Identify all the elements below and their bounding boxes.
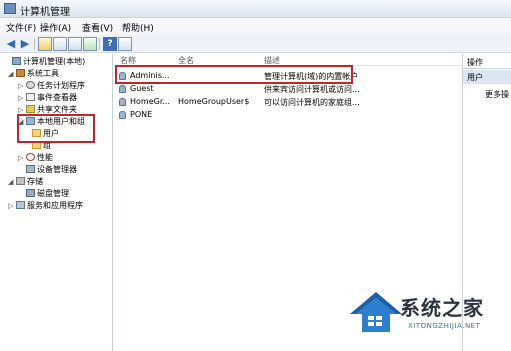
show-action-pane-icon[interactable] bbox=[118, 37, 132, 51]
list-row-pone[interactable]: PONE bbox=[114, 109, 462, 121]
tree-item-shared-folders[interactable]: ▷ 共享文件夹 bbox=[18, 104, 77, 116]
user-icon bbox=[119, 111, 126, 119]
tree-item-event-viewer[interactable]: ▷ 事件查看器 bbox=[18, 92, 77, 104]
user-name: PONE bbox=[130, 110, 153, 119]
folder-icon bbox=[32, 141, 41, 149]
watermark-url: XITONGZHIJIA.NET bbox=[408, 322, 481, 330]
tree-item-storage[interactable]: ◢ 存储 bbox=[8, 176, 43, 188]
computer-management-icon bbox=[4, 3, 16, 14]
user-icon bbox=[119, 72, 126, 80]
tree-item-label: 磁盘管理 bbox=[37, 189, 69, 198]
clock-icon bbox=[26, 81, 35, 89]
window-title: 计算机管理 bbox=[20, 7, 70, 18]
toolbar: ◀ ▶ ? bbox=[0, 35, 511, 53]
collapse-arrow-icon[interactable]: ◢ bbox=[18, 118, 26, 126]
export-list-icon[interactable] bbox=[83, 37, 97, 51]
list-row-guest[interactable]: Guest 供来宾访问计算机或访问... bbox=[114, 83, 462, 95]
tree-item-label: 事件查看器 bbox=[37, 93, 77, 102]
device-manager-icon bbox=[26, 165, 35, 173]
menu-action[interactable]: 操作(A) bbox=[40, 21, 71, 34]
user-name: HomeGr... bbox=[130, 97, 171, 106]
tree-item-task-scheduler[interactable]: ▷ 任务计划程序 bbox=[18, 80, 85, 92]
more-actions-link[interactable]: 更多操 bbox=[485, 89, 509, 100]
user-full-name: HomeGroupUser$ bbox=[178, 97, 250, 106]
tree-item-groups[interactable]: 组 bbox=[32, 140, 51, 152]
tree-item-system-tools[interactable]: ◢ 系统工具 bbox=[8, 68, 59, 80]
tools-icon bbox=[16, 69, 25, 77]
list-row-administrator[interactable]: Adminis... 管理计算机(域)的内置帐户 bbox=[114, 70, 462, 82]
column-header-description[interactable]: 描述 bbox=[264, 55, 280, 66]
tree-item-label: 存储 bbox=[27, 177, 43, 186]
user-name: Adminis... bbox=[130, 71, 170, 80]
tree-item-performance[interactable]: ▷ 性能 bbox=[18, 152, 53, 164]
user-description: 管理计算机(域)的内置帐户 bbox=[264, 72, 359, 81]
toolbar-separator bbox=[99, 38, 100, 50]
tree-item-label: 性能 bbox=[37, 153, 53, 162]
help-icon[interactable]: ? bbox=[103, 37, 117, 51]
storage-icon bbox=[16, 177, 25, 185]
user-icon bbox=[119, 85, 126, 93]
menu-file[interactable]: 文件(F) bbox=[6, 21, 36, 34]
back-arrow-icon[interactable]: ◀ bbox=[4, 37, 18, 51]
disk-icon bbox=[26, 189, 35, 197]
tree-item-device-manager[interactable]: 设备管理器 bbox=[26, 164, 77, 176]
computer-icon bbox=[12, 57, 21, 65]
user-icon bbox=[119, 98, 126, 106]
event-viewer-icon bbox=[26, 93, 35, 101]
tree-item-disk-management[interactable]: 磁盘管理 bbox=[26, 188, 69, 200]
tree-item-label: 服务和应用程序 bbox=[27, 201, 83, 210]
tree-item-label: 组 bbox=[43, 141, 51, 150]
refresh-icon[interactable] bbox=[68, 37, 82, 51]
menu-help[interactable]: 帮助(H) bbox=[122, 21, 154, 34]
user-description: 供来宾访问计算机或访问... bbox=[264, 85, 360, 94]
actions-section-users[interactable]: 用户 bbox=[463, 70, 511, 84]
services-icon bbox=[16, 201, 25, 209]
tree-item-label: 设备管理器 bbox=[37, 165, 77, 174]
title-bar: 计算机管理 bbox=[0, 0, 511, 18]
tree-item-label: 任务计划程序 bbox=[37, 81, 85, 90]
expand-arrow-icon[interactable]: ▷ bbox=[18, 106, 26, 114]
tree-item-label: 本地用户和组 bbox=[37, 117, 85, 126]
menu-view[interactable]: 查看(V) bbox=[82, 21, 113, 34]
up-folder-icon[interactable] bbox=[38, 37, 52, 51]
user-description: 可以访问计算机的家庭组... bbox=[264, 98, 360, 107]
expand-arrow-icon[interactable]: ▷ bbox=[8, 202, 16, 210]
folder-icon bbox=[32, 129, 41, 137]
expand-arrow-icon[interactable]: ▷ bbox=[18, 94, 26, 102]
house-logo-icon bbox=[350, 292, 402, 332]
actions-header: 操作 bbox=[463, 54, 511, 69]
column-header-name[interactable]: 名称 bbox=[120, 55, 136, 66]
show-hide-tree-icon[interactable] bbox=[53, 37, 67, 51]
tree-item-services-applications[interactable]: ▷ 服务和应用程序 bbox=[8, 200, 83, 212]
column-header-full-name[interactable]: 全名 bbox=[178, 55, 194, 66]
tree-item-computer-management[interactable]: 计算机管理(本地) bbox=[4, 56, 85, 68]
tree-item-label: 用户 bbox=[43, 129, 59, 138]
collapse-arrow-icon[interactable]: ◢ bbox=[8, 178, 16, 186]
tree-item-label: 系统工具 bbox=[27, 69, 59, 78]
list-header: 名称 全名 描述 bbox=[114, 54, 462, 66]
expand-arrow-icon[interactable]: ▷ bbox=[18, 82, 26, 90]
watermark: 系统之家 XITONGZHIJIA.NET bbox=[350, 290, 511, 351]
forward-arrow-icon[interactable]: ▶ bbox=[18, 37, 32, 51]
user-name: Guest bbox=[130, 84, 154, 93]
collapse-arrow-icon[interactable]: ◢ bbox=[8, 70, 16, 78]
menu-bar: 文件(F) 操作(A) 查看(V) 帮助(H) bbox=[0, 19, 511, 35]
navigation-tree: 计算机管理(本地) ◢ 系统工具 ▷ 任务计划程序 ▷ 事件查看器 ▷ 共享文件夹 ◢ 本… bbox=[0, 54, 113, 351]
tree-item-label: 计算机管理(本地) bbox=[23, 57, 86, 66]
users-icon bbox=[26, 117, 35, 125]
watermark-name: 系统之家 bbox=[400, 296, 484, 320]
tree-item-users[interactable]: 用户 bbox=[32, 128, 59, 140]
tree-item-label: 共享文件夹 bbox=[37, 105, 77, 114]
toolbar-separator bbox=[34, 38, 35, 50]
shared-folder-icon bbox=[26, 105, 35, 113]
performance-icon bbox=[26, 153, 35, 161]
tree-item-local-users-groups[interactable]: ◢ 本地用户和组 bbox=[18, 116, 85, 128]
expand-arrow-icon[interactable]: ▷ bbox=[18, 154, 26, 162]
list-row-homegroupuser[interactable]: HomeGr... HomeGroupUser$ 可以访问计算机的家庭组... bbox=[114, 96, 462, 108]
